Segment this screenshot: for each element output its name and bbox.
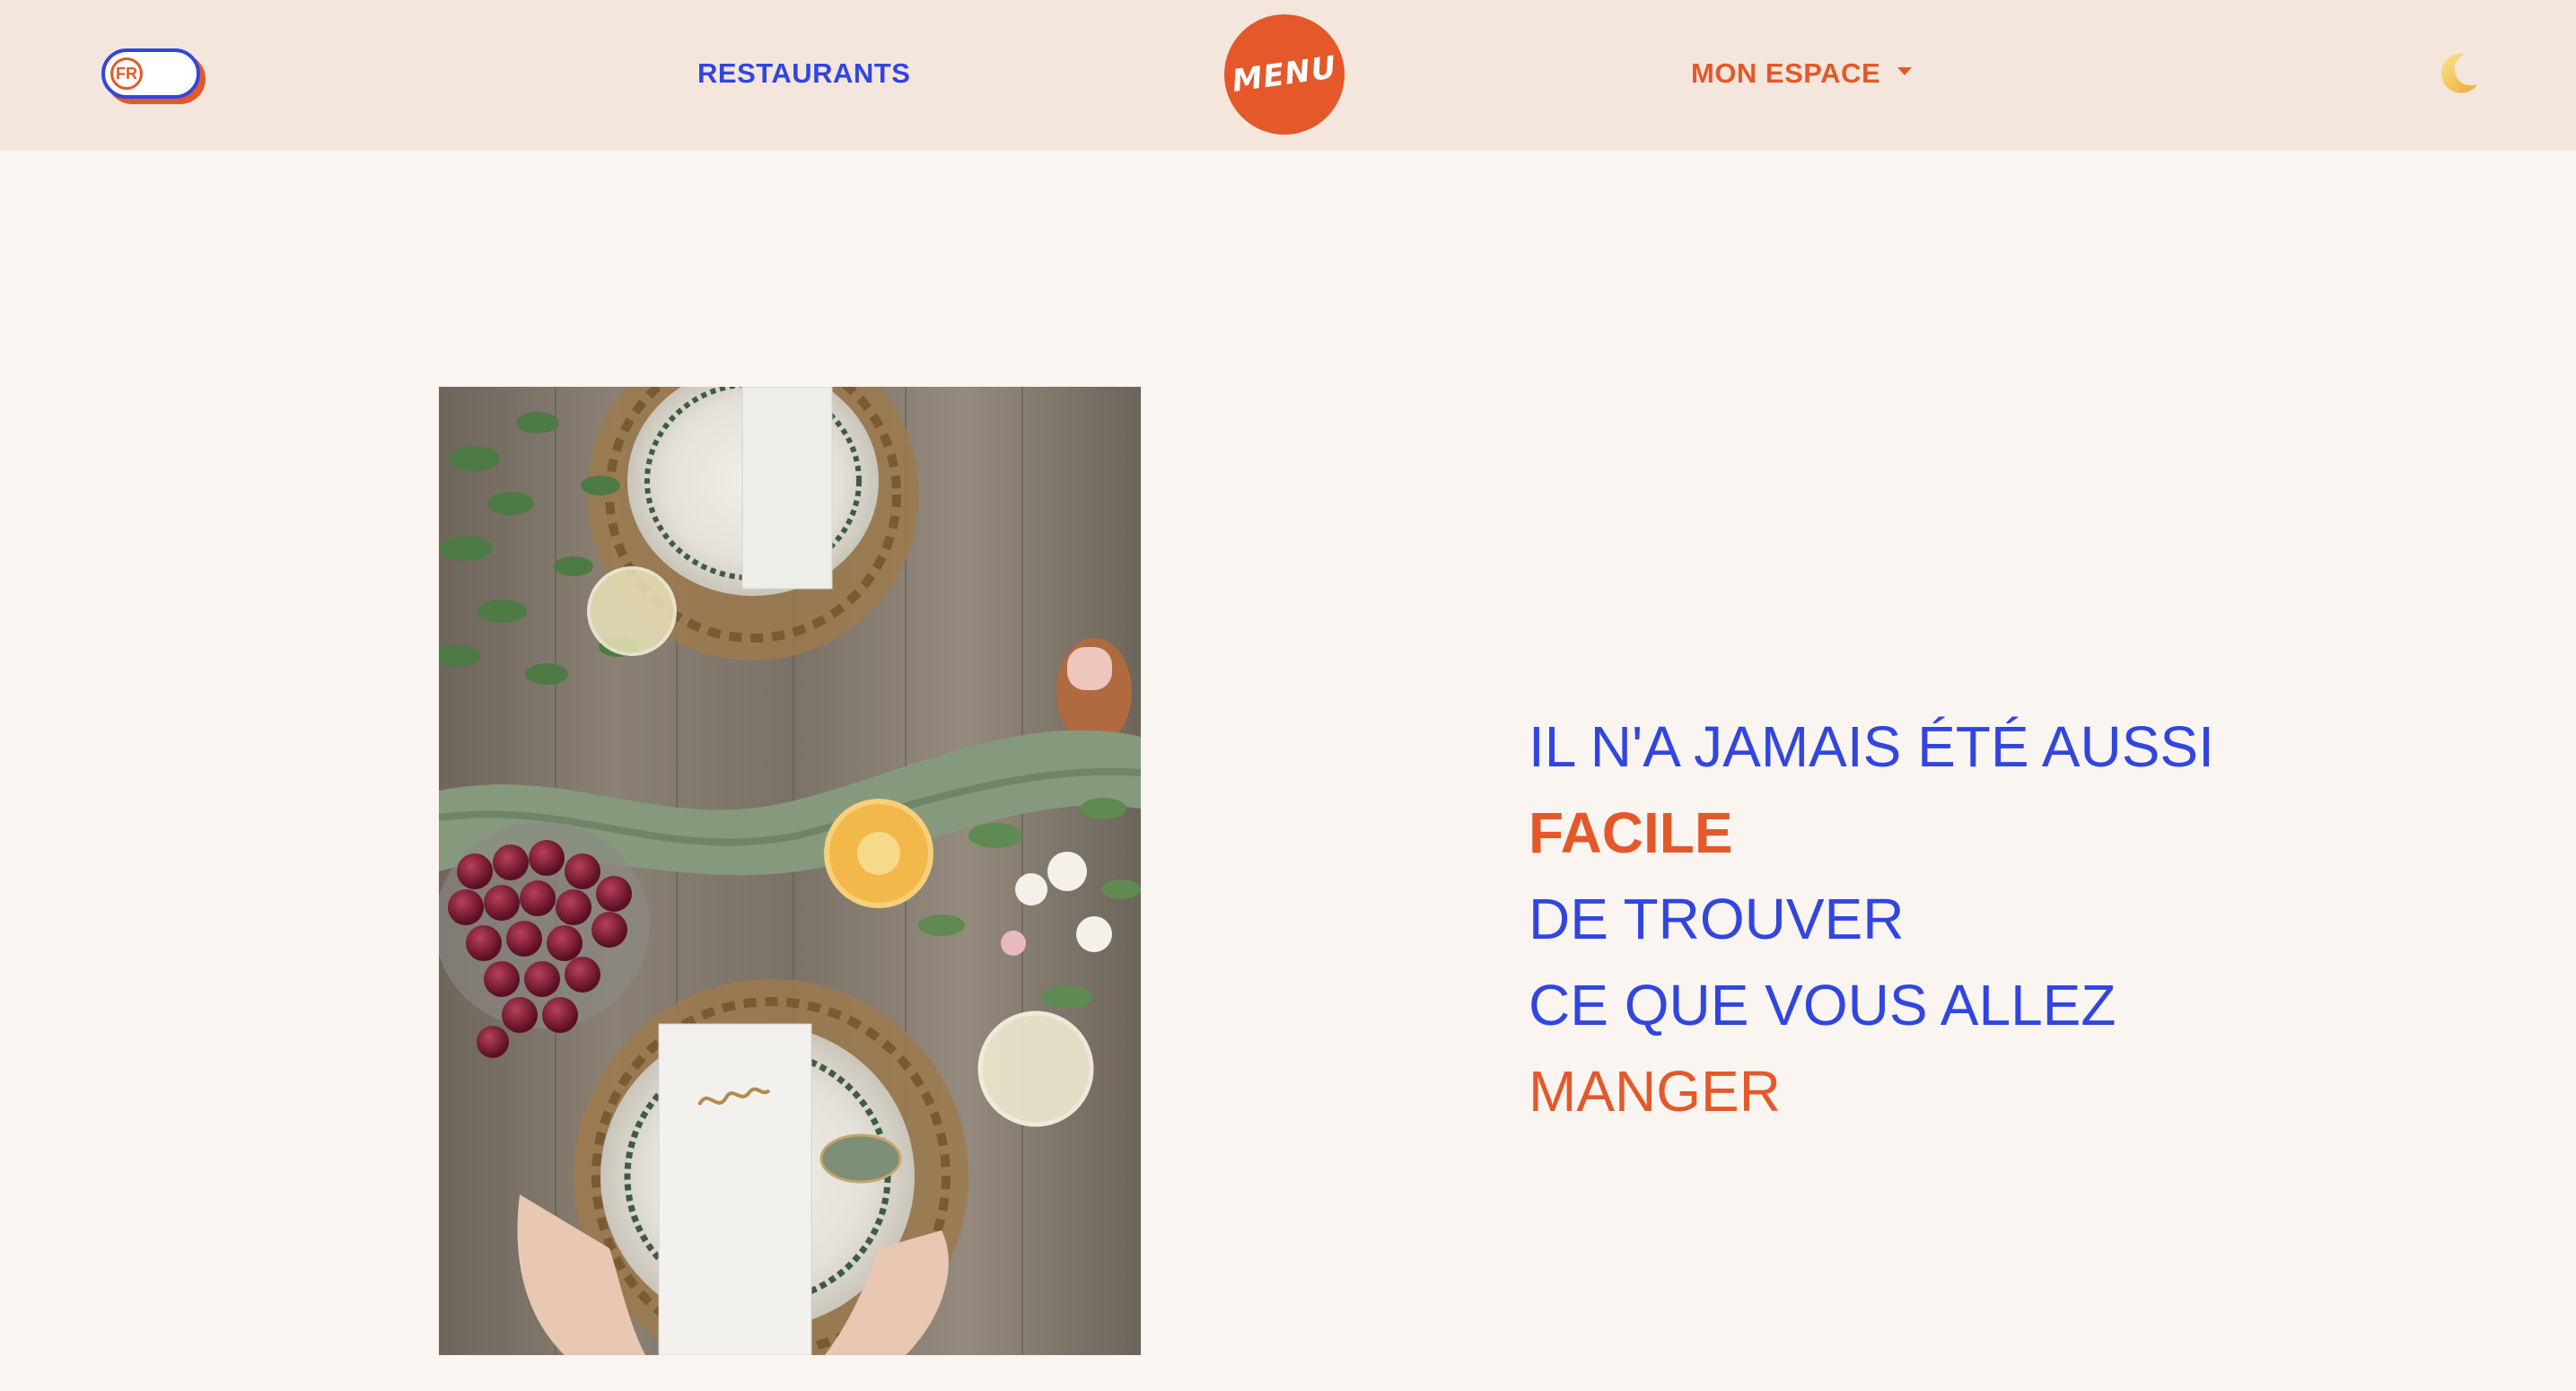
menu-logo[interactable]: MENU xyxy=(1224,14,1345,135)
language-label: FR xyxy=(110,57,143,90)
tagline-line-3: DE TROUVER xyxy=(1529,887,1905,951)
hero-table-setting-image xyxy=(439,387,1141,1355)
mon-espace-label: MON ESPACE xyxy=(1691,57,1881,89)
table-setting-illustration xyxy=(439,387,1141,1355)
top-navbar: FR RESTAURANTS MENU MON ESPACE xyxy=(0,0,2576,151)
nav-dropdown-mon-espace[interactable]: MON ESPACE xyxy=(1691,57,1913,90)
tagline-line-4: CE QUE VOUS ALLEZ xyxy=(1529,973,2116,1037)
language-toggle[interactable]: FR xyxy=(101,48,200,99)
tagline-line-1: IL N'A JAMAIS ÉTÉ AUSSI xyxy=(1529,714,2214,779)
moon-icon xyxy=(2440,53,2477,93)
dark-mode-toggle[interactable] xyxy=(2432,48,2483,99)
tagline-line-manger: MANGER xyxy=(1529,1059,1781,1124)
tagline-line-facile: FACILE xyxy=(1529,800,1733,865)
caret-down-icon xyxy=(1897,67,1913,76)
nav-link-restaurants[interactable]: RESTAURANTS xyxy=(697,57,910,90)
hero-tagline: IL N'A JAMAIS ÉTÉ AUSSI FACILE DE TROUVE… xyxy=(1529,704,2214,1134)
logo-text: MENU xyxy=(1230,49,1339,100)
